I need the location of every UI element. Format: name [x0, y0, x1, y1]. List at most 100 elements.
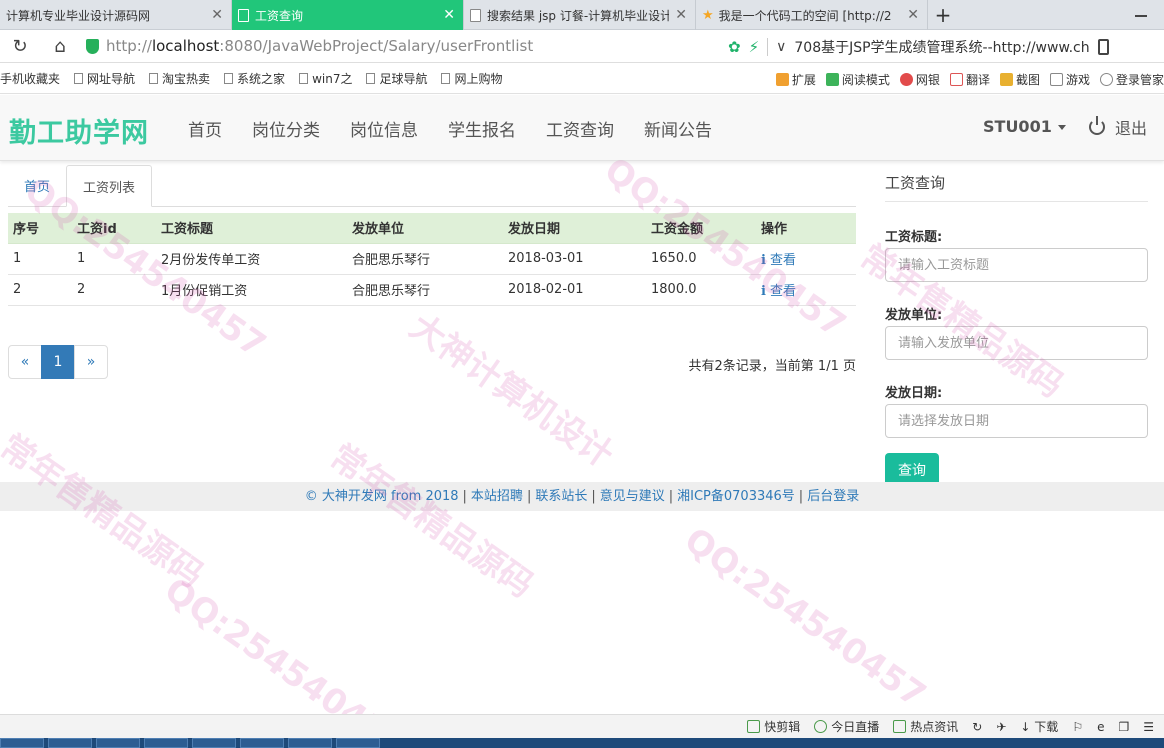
news-button[interactable]: 热点资讯 — [893, 718, 958, 735]
flag-icon[interactable]: ⚐ — [1072, 720, 1083, 734]
taskbar-item[interactable] — [96, 738, 140, 748]
bookmark-item[interactable]: 手机收藏夹 — [0, 70, 60, 87]
bookmark-item[interactable]: 足球导航 — [366, 70, 427, 87]
footer-link-jobs[interactable]: 本站招聘 — [471, 489, 523, 504]
footer-link-icp[interactable]: 湘ICP备0703346号 — [677, 489, 795, 504]
bookmark-item[interactable]: 淘宝热卖 — [149, 70, 210, 87]
pager-page-button[interactable]: 1 — [41, 345, 75, 379]
gamepad-icon — [1049, 72, 1063, 86]
cell-id: 1 — [72, 243, 156, 275]
ie-icon[interactable]: e — [1097, 720, 1104, 734]
main-content: 首页 工资列表 序号 工资id 工资标题 发放单位 发放日期 工资金额 操作 1… — [0, 165, 870, 480]
footer-link-contact[interactable]: 联系站长 — [535, 489, 587, 504]
taskbar-item[interactable] — [48, 738, 92, 748]
lightning-icon[interactable]: ⚡ — [749, 38, 760, 56]
phone-icon[interactable] — [1098, 38, 1110, 55]
reload-icon[interactable]: ↻ — [0, 30, 40, 63]
compat-icon[interactable]: ✿ — [728, 38, 741, 56]
nav-link-news[interactable]: 新闻公告 — [644, 116, 712, 141]
taskbar-item[interactable] — [336, 738, 380, 748]
taskbar-item[interactable] — [144, 738, 188, 748]
minimize-icon[interactable] — [1132, 6, 1150, 24]
home-icon[interactable]: ⌂ — [40, 30, 80, 63]
doc-icon — [224, 73, 234, 84]
browser-tab-2[interactable]: 工资查询 ✕ — [232, 0, 464, 30]
new-tab-button[interactable]: + — [928, 0, 958, 30]
pager-prev-button[interactable]: « — [8, 345, 42, 379]
window-icon[interactable]: ❐ — [1118, 720, 1129, 734]
browser-tab-1[interactable]: 计算机专业毕业设计源码网 ✕ — [0, 0, 232, 30]
translate-button[interactable]: 翻译 — [949, 71, 990, 88]
view-link[interactable]: i 查看 — [761, 284, 796, 299]
bookmark-label: win7之 — [312, 72, 353, 86]
quick-edit-button[interactable]: 快剪辑 — [747, 718, 800, 735]
close-icon[interactable]: ✕ — [907, 7, 919, 23]
nav-link-categories[interactable]: 岗位分类 — [252, 116, 320, 141]
nav-link-jobs[interactable]: 岗位信息 — [350, 116, 418, 141]
chevron-down-icon[interactable]: ∨ — [776, 39, 786, 55]
taskbar-item[interactable] — [240, 738, 284, 748]
nav-link-home[interactable]: 首页 — [188, 116, 222, 141]
user-name: STU001 — [983, 117, 1052, 136]
taskbar-item[interactable] — [192, 738, 236, 748]
login-manager-button[interactable]: 登录管家 — [1099, 71, 1164, 88]
close-icon[interactable]: ✕ — [443, 7, 455, 23]
field-label: 发放日期: — [885, 386, 943, 401]
nav-link-salary[interactable]: 工资查询 — [546, 116, 614, 141]
close-icon[interactable]: ✕ — [211, 7, 223, 23]
table-row: 2 2 1月份促销工资 合肥思乐琴行 2018-02-01 1800.0 i 查看 — [8, 274, 856, 306]
cell-id: 2 — [72, 274, 156, 306]
unit-input[interactable] — [885, 326, 1148, 360]
table-row: 1 1 2月份发传单工资 合肥思乐琴行 2018-03-01 1650.0 i查… — [8, 243, 856, 275]
taskbar-item[interactable] — [288, 738, 332, 748]
live-button[interactable]: 今日直播 — [814, 718, 879, 735]
url-field[interactable]: http://localhost:8080/JavaWebProject/Sal… — [86, 34, 696, 58]
address-bar: ↻ ⌂ http://localhost:8080/JavaWebProject… — [0, 30, 1164, 63]
bookmark-item[interactable]: win7之 — [299, 70, 352, 87]
status-label: 今日直播 — [831, 720, 880, 734]
site-brand[interactable]: 勤工助学网 — [9, 111, 149, 150]
reader-mode-button[interactable]: 阅读模式 — [825, 71, 890, 88]
browser-tab-title: 搜索结果 jsp 订餐-计算机毕业设计 — [487, 8, 670, 23]
screenshot-button[interactable]: 截图 — [999, 71, 1040, 88]
taskbar-item[interactable] — [0, 738, 44, 748]
cell-amount: 1800.0 — [646, 274, 756, 306]
games-button[interactable]: 游戏 — [1049, 71, 1090, 88]
logout-button[interactable]: 退出 — [1089, 115, 1147, 139]
bookmark-label: 足球导航 — [379, 72, 428, 86]
footer-link-admin[interactable]: 后台登录 — [807, 489, 859, 504]
caret-down-icon — [1057, 125, 1066, 130]
salary-title-input[interactable] — [885, 248, 1148, 282]
extensions-button[interactable]: 扩展 — [775, 71, 816, 88]
browser-tab-3[interactable]: 搜索结果 jsp 订餐-计算机毕业设计 ✕ — [464, 0, 696, 30]
download-button[interactable]: ↓ 下载 — [1020, 718, 1058, 735]
pin-icon[interactable]: ✈ — [996, 720, 1006, 734]
user-menu[interactable]: STU001 — [983, 117, 1066, 136]
bookmark-item[interactable]: 网址导航 — [74, 70, 135, 87]
cell-unit: 合肥思乐琴行 — [347, 243, 503, 275]
search-icon — [1099, 72, 1113, 86]
column-header: 发放单位 — [347, 213, 503, 244]
close-icon[interactable]: ✕ — [675, 7, 687, 23]
doc-icon — [299, 73, 309, 84]
bookmark-item[interactable]: 系统之家 — [224, 70, 285, 87]
column-header: 工资标题 — [156, 213, 347, 244]
menu-icon[interactable]: ☰ — [1143, 720, 1154, 734]
view-link[interactable]: i 查看 — [761, 253, 796, 268]
bank-button[interactable]: 网银 — [899, 71, 940, 88]
footer-copyright[interactable]: © 大神开发网 from 2018 — [305, 489, 459, 504]
refresh-icon[interactable]: ↻ — [972, 720, 982, 734]
doc-icon — [441, 73, 451, 84]
tab-home[interactable]: 首页 — [8, 164, 66, 206]
bookmark-item[interactable]: 网上购物 — [441, 70, 502, 87]
nav-link-enroll[interactable]: 学生报名 — [448, 116, 516, 141]
bank-icon — [899, 72, 913, 86]
footer-link-feedback[interactable]: 意见与建议 — [600, 489, 665, 504]
browser-tab-4[interactable]: ★ 我是一个代码工的空间 [http://2 ✕ — [696, 0, 928, 30]
power-icon — [1089, 116, 1105, 135]
tab-salary-list[interactable]: 工资列表 — [66, 165, 153, 207]
search-input[interactable]: 708基于JSP学生成绩管理系统--http://www.ch — [794, 37, 1090, 57]
doc-icon — [74, 73, 84, 84]
pager-next-button[interactable]: » — [74, 345, 108, 379]
date-input[interactable] — [885, 404, 1148, 438]
